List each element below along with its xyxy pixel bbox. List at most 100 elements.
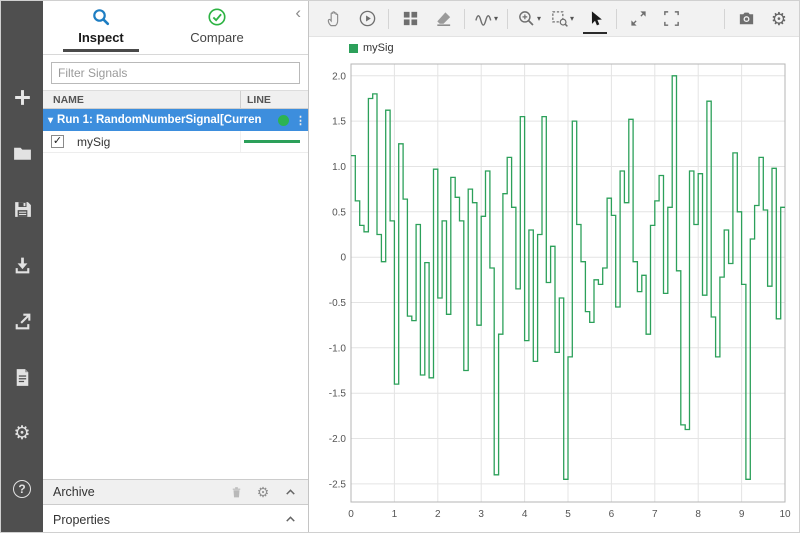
gear-icon: ⚙ <box>770 8 788 29</box>
chevron-down-icon: ▾ <box>494 14 499 23</box>
table-header: NAME LINE <box>43 90 308 109</box>
import-button[interactable] <box>10 253 34 277</box>
archive-collapse-icon[interactable] <box>281 483 299 501</box>
svg-text:2.0: 2.0 <box>332 71 346 82</box>
signal-checkbox[interactable]: ✓ <box>51 135 64 148</box>
signal-line-cell <box>240 131 308 152</box>
filter-row <box>43 55 308 90</box>
open-button[interactable] <box>10 141 34 165</box>
clear-plots-button[interactable] <box>431 6 455 32</box>
tab-compare-label: Compare <box>190 30 244 45</box>
svg-text:0.5: 0.5 <box>332 207 346 218</box>
check-circle-icon <box>208 8 226 26</box>
export-button[interactable] <box>10 309 34 333</box>
svg-text:-1.5: -1.5 <box>329 389 347 400</box>
archive-label: Archive <box>53 485 95 499</box>
svg-text:3: 3 <box>478 509 484 520</box>
column-header-line: LINE <box>240 91 308 108</box>
left-toolbar: ⚙ ? <box>1 1 43 532</box>
diagonal-arrows-icon <box>630 11 646 26</box>
archive-bar[interactable]: Archive ⚙ <box>43 479 308 504</box>
plot-legend: mySig <box>349 42 394 54</box>
help-icon: ? <box>13 480 31 498</box>
properties-bar[interactable]: Properties <box>43 504 308 532</box>
svg-text:1.0: 1.0 <box>332 162 346 173</box>
eraser-icon <box>436 12 450 26</box>
signal-name: mySig <box>77 134 111 149</box>
signal-row[interactable]: ✓ mySig <box>43 131 308 153</box>
zoom-in-icon <box>519 11 534 26</box>
svg-text:0: 0 <box>348 509 354 520</box>
plot-settings-button[interactable]: ⚙ <box>767 6 791 32</box>
plot-canvas-wrap: -2.5 -2.0 -1.5 -1.0 -0.5 0 0.5 1.0 1.5 2.0 0 1 2 3 4 5 6… <box>315 56 795 532</box>
search-icon <box>93 9 110 26</box>
data-cursors-button[interactable]: ▾ <box>474 6 498 32</box>
expand-caret-icon[interactable]: ▾ <box>48 115 53 126</box>
run-label: Run 1: RandomNumberSignal[Curren <box>57 114 262 126</box>
signal-line-swatch <box>244 140 300 143</box>
snapshot-button[interactable] <box>734 6 758 32</box>
legend-label: mySig <box>363 42 394 54</box>
svg-text:8: 8 <box>695 509 701 520</box>
subplot-layout-button[interactable] <box>398 6 422 32</box>
play-circle-icon <box>359 10 375 27</box>
zoom-tool-button[interactable]: ▾ <box>517 6 541 32</box>
document-icon <box>16 368 28 386</box>
tab-inspect[interactable]: Inspect <box>57 6 145 52</box>
toolbar-separator <box>616 8 618 29</box>
properties-collapse-icon[interactable] <box>281 511 299 529</box>
trash-icon[interactable] <box>227 483 245 501</box>
pan-tool-button[interactable] <box>322 6 346 32</box>
svg-text:4: 4 <box>522 509 528 520</box>
zoom-region-button[interactable]: ▾ <box>550 6 574 32</box>
tab-compare[interactable]: Compare <box>173 6 261 52</box>
zoom-region-icon <box>552 11 568 27</box>
svg-text:9: 9 <box>739 509 745 520</box>
toolbar-separator <box>507 8 509 29</box>
create-report-button[interactable] <box>10 365 34 389</box>
add-button[interactable] <box>10 85 34 109</box>
svg-text:10: 10 <box>779 509 791 520</box>
archive-gear-icon[interactable]: ⚙ <box>254 483 272 501</box>
run-menu-icon[interactable]: ⋮ <box>295 114 306 127</box>
simulation-data-inspector-window: ⚙ ? Inspect Compare ‹ NAME LINE ▾ <box>0 0 800 533</box>
svg-text:-2.5: -2.5 <box>329 479 347 490</box>
folder-icon <box>13 147 31 160</box>
toolbar-separator <box>724 8 725 29</box>
plot-toolbar: ▾ ▾ ▾ ⚙ <box>309 1 799 37</box>
svg-text:1: 1 <box>392 509 398 520</box>
svg-text:5: 5 <box>565 509 571 520</box>
plot-canvas[interactable]: -2.5 -2.0 -1.5 -1.0 -0.5 0 0.5 1.0 1.5 2.0 0 1 2 3 4 5 6… <box>315 56 795 528</box>
export-icon <box>15 313 30 329</box>
signal-wave-icon <box>475 15 492 26</box>
expand-axes-button[interactable] <box>626 6 650 32</box>
replay-button[interactable] <box>355 6 379 32</box>
column-header-name: NAME <box>53 93 84 106</box>
properties-label: Properties <box>53 512 110 527</box>
svg-text:0: 0 <box>340 253 346 264</box>
save-button[interactable] <box>10 197 34 221</box>
run-status-dot <box>278 114 289 126</box>
svg-text:-2.0: -2.0 <box>329 434 347 445</box>
toolbar-separator <box>464 8 465 29</box>
legend-swatch <box>349 43 358 53</box>
select-tool-button[interactable] <box>583 6 608 34</box>
floppy-disk-icon <box>14 201 31 217</box>
tab-inspect-label: Inspect <box>78 30 124 45</box>
import-icon <box>15 257 29 273</box>
plot-area: ▾ ▾ ▾ ⚙ mySig -2.5 -2.0 -1.5 -1.0 -0.5 0… <box>309 1 799 532</box>
help-button[interactable]: ? <box>10 477 34 501</box>
run-row[interactable]: ▾ Run 1: RandomNumberSignal[Curren ⋮ <box>43 109 308 131</box>
filter-signals-input[interactable] <box>51 62 300 84</box>
svg-text:-1.0: -1.0 <box>329 343 347 354</box>
grid-layout-icon <box>403 11 417 26</box>
panel-tab-bar: Inspect Compare ‹ <box>43 1 308 55</box>
chevron-down-icon: ▾ <box>570 14 575 23</box>
svg-text:6: 6 <box>609 509 615 520</box>
plus-icon <box>14 89 30 105</box>
signal-browser-panel: Inspect Compare ‹ NAME LINE ▾ Run 1: Ran… <box>43 1 309 532</box>
fit-to-view-button[interactable] <box>659 6 683 32</box>
svg-text:7: 7 <box>652 509 658 520</box>
collapse-panel-icon[interactable]: ‹ <box>295 3 301 23</box>
preferences-button[interactable]: ⚙ <box>10 421 34 445</box>
